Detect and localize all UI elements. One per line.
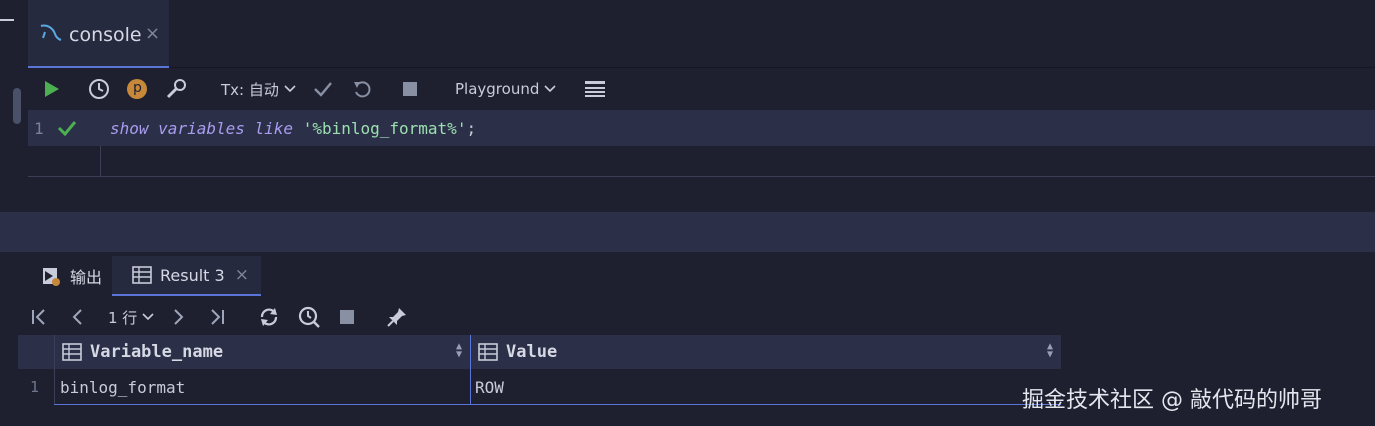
- last-page-icon: [211, 309, 224, 325]
- pin-tab-button[interactable]: [386, 306, 408, 328]
- wrench-icon: [166, 79, 186, 99]
- column-icon: [62, 343, 82, 361]
- keyword-show: show: [110, 119, 149, 138]
- clock-icon: [89, 79, 109, 99]
- editor-line: 1 show variables like '%binlog_format%';: [28, 110, 1375, 146]
- watermark: 掘金技术社区 @ 敲代码的帅哥: [1022, 388, 1322, 413]
- sql-editor[interactable]: 1 show variables like '%binlog_format%';: [28, 110, 1375, 210]
- result-tab-strip: 输出 Result 3 ×: [0, 256, 1375, 296]
- panel-splitter[interactable]: [0, 212, 1375, 252]
- gutter-divider: [100, 146, 101, 176]
- chevron-right-icon: [174, 309, 184, 325]
- grid-header: Variable_name ▲ ▼ Value ▲ ▼: [18, 335, 1061, 369]
- settings-button[interactable]: [165, 78, 187, 100]
- rollback-button[interactable]: [352, 78, 372, 100]
- chevron-left-icon: [72, 309, 82, 325]
- chevron-down-icon: [284, 85, 296, 93]
- line-number: 1: [34, 119, 44, 138]
- rows-count-label: 1 行: [108, 308, 138, 327]
- result-grid[interactable]: Variable_name ▲ ▼ Value ▲ ▼ 1 binlog_forma…: [18, 335, 1061, 407]
- column-header-value[interactable]: Value ▲ ▼: [470, 335, 1061, 369]
- left-gutter: [0, 0, 28, 210]
- success-check-icon: [57, 121, 77, 136]
- pin-icon: [387, 308, 406, 327]
- last-page-button[interactable]: [208, 306, 226, 328]
- column-header-label: Variable_name: [90, 342, 224, 362]
- column-header-variable-name[interactable]: Variable_name ▲ ▼: [54, 335, 470, 369]
- mysql-dolphin-icon: [40, 24, 62, 41]
- history-button[interactable]: [88, 78, 110, 100]
- tx-mode-label: Tx: 自动: [221, 80, 279, 99]
- column-divider: [54, 335, 55, 405]
- editor-bottom-border: [28, 176, 1375, 177]
- tab-console[interactable]: console ×: [28, 0, 169, 68]
- output-icon: [43, 268, 60, 286]
- stop-button[interactable]: [402, 78, 418, 100]
- first-page-button[interactable]: [30, 306, 48, 328]
- string-literal: '%binlog_format%': [302, 119, 467, 138]
- column-divider: [470, 335, 471, 405]
- rows-count-dropdown[interactable]: 1 行: [108, 306, 154, 328]
- next-page-button[interactable]: [172, 306, 186, 328]
- stop-icon: [340, 310, 354, 324]
- sort-icon[interactable]: ▲ ▼: [1047, 342, 1053, 360]
- column-icon: [478, 343, 498, 361]
- refresh-icon: [260, 308, 278, 326]
- profile-button[interactable]: p: [126, 78, 148, 100]
- transaction-mode-dropdown[interactable]: Tx: 自动: [221, 78, 296, 100]
- row-divider: [54, 404, 1061, 405]
- layout-button[interactable]: [584, 78, 606, 100]
- table-row[interactable]: 1 binlog_format ROW: [18, 369, 1061, 405]
- close-icon[interactable]: ×: [235, 265, 249, 285]
- tab-console-label: console: [69, 24, 142, 46]
- chevron-down-icon: [142, 313, 154, 321]
- playground-label: Playground: [455, 80, 540, 98]
- tab-result-label: Result 3: [160, 265, 225, 285]
- statement-terminator: ;: [466, 119, 477, 138]
- result-toolbar: 1 行: [0, 300, 1375, 334]
- clock-search-icon: [298, 306, 320, 328]
- sql-statement: show variables like '%binlog_format%';: [110, 119, 476, 138]
- first-page-icon: [32, 309, 45, 325]
- tab-result-3[interactable]: Result 3 ×: [112, 256, 261, 296]
- undo-icon: [354, 81, 371, 98]
- row-number: 1: [30, 378, 40, 396]
- table-icon: [132, 266, 152, 284]
- playground-dropdown[interactable]: Playground: [455, 78, 556, 100]
- tab-output-label: 输出: [70, 268, 103, 287]
- keyword-like: like: [254, 119, 294, 138]
- cell-variable-name[interactable]: binlog_format: [60, 378, 185, 397]
- editor-tab-strip: console ×: [28, 0, 1375, 68]
- execute-button[interactable]: [42, 78, 60, 100]
- scroll-thumb[interactable]: [13, 88, 21, 124]
- play-icon: [45, 81, 59, 97]
- collapse-icon[interactable]: [0, 19, 14, 21]
- tab-output[interactable]: 输出: [36, 256, 106, 296]
- editor-toolbar: p Tx: 自动 Playground: [28, 70, 1375, 108]
- table-layout-icon: [585, 81, 605, 97]
- stop-icon: [403, 82, 417, 96]
- chevron-down-icon: [544, 85, 556, 93]
- refresh-button[interactable]: [258, 306, 280, 328]
- cell-value[interactable]: ROW: [475, 378, 504, 397]
- prev-page-button[interactable]: [70, 306, 84, 328]
- commit-button[interactable]: [313, 78, 333, 100]
- p-badge-label: p: [133, 80, 142, 96]
- checkmark-icon: [314, 82, 332, 97]
- close-icon[interactable]: ×: [145, 23, 160, 44]
- query-history-button[interactable]: [297, 306, 321, 328]
- sort-icon[interactable]: ▲ ▼: [456, 342, 462, 360]
- column-header-label: Value: [506, 342, 558, 362]
- keyword-variables: variables: [158, 119, 245, 138]
- cancel-query-button[interactable]: [339, 306, 355, 328]
